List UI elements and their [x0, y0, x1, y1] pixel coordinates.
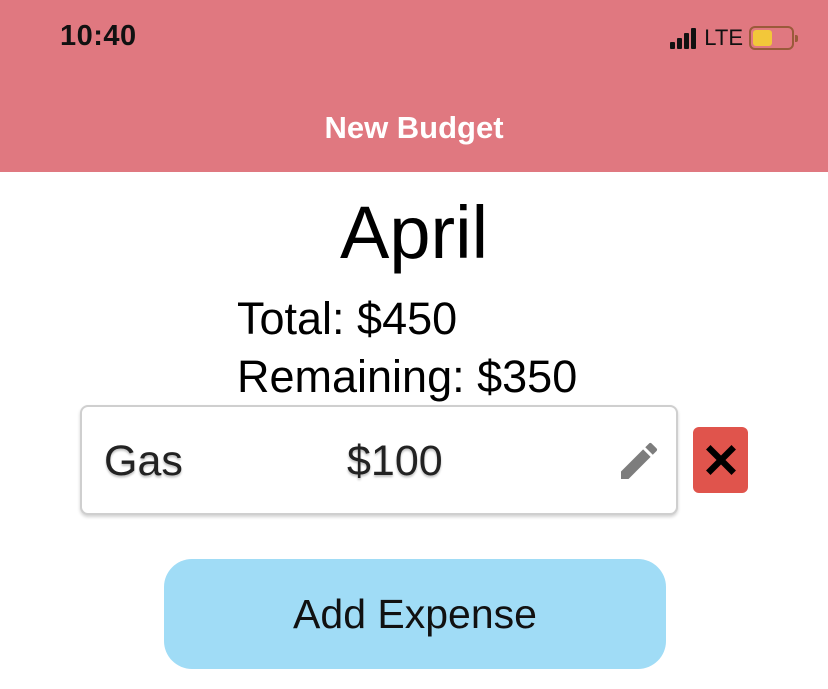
close-icon	[705, 445, 736, 475]
remaining-text: Remaining: $350	[237, 351, 578, 402]
month-title: April	[339, 191, 489, 274]
signal-icon	[670, 27, 698, 49]
battery-icon	[749, 26, 798, 50]
header-bar: 10:40 LTE New Budget	[0, 0, 828, 172]
nav-title: New Budget	[324, 110, 504, 145]
add-expense-button[interactable]: Add Expense	[164, 559, 666, 669]
expense-name: Gas	[104, 437, 183, 485]
status-indicators: LTE	[670, 25, 798, 51]
pencil-icon[interactable]	[615, 437, 663, 485]
delete-expense-button[interactable]	[693, 427, 748, 493]
network-label: LTE	[704, 25, 743, 50]
total-text: Total: $450	[237, 293, 458, 344]
battery-level	[753, 30, 772, 46]
status-time: 10:40	[60, 20, 137, 52]
expense-amount: $100	[347, 437, 443, 485]
expense-item[interactable]: Gas $100	[80, 405, 678, 515]
budget-summary: Total: $450 Remaining: $350	[237, 290, 577, 406]
